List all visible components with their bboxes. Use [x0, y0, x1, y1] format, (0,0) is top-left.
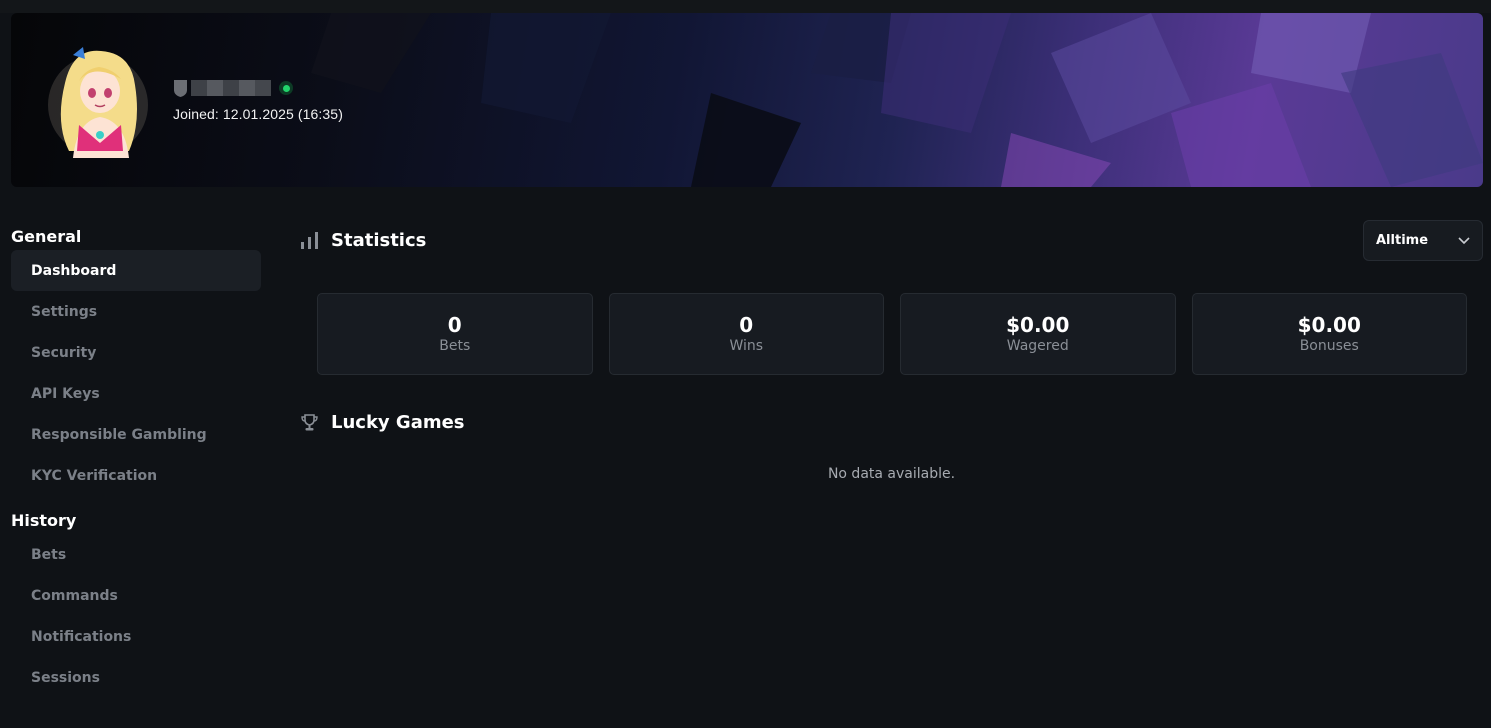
sidebar-heading-general: General [11, 226, 82, 246]
stats-cards: 0 Bets 0 Wins $0.00 Wagered $0.00 Bonuse… [317, 293, 1467, 375]
statistics-header: Statistics [300, 220, 1483, 260]
stat-value: 0 [447, 313, 462, 337]
stat-label: Wagered [1006, 338, 1069, 354]
stat-value: 0 [739, 313, 754, 337]
username-redacted [191, 80, 271, 96]
bar-chart-icon [301, 231, 318, 249]
sidebar-item-kyc-verification[interactable]: KYC Verification [11, 455, 261, 496]
sidebar-item-commands[interactable]: Commands [11, 575, 261, 616]
trophy-icon [301, 413, 318, 430]
stat-card-bonuses: $0.00 Bonuses [1191, 293, 1467, 375]
sidebar-item-notifications[interactable]: Notifications [11, 616, 261, 657]
dashboard-main: Statistics Alltime 0 Bets 0 Wins $0.00 W… [300, 220, 1483, 482]
top-strip [0, 0, 1491, 13]
period-select[interactable]: Alltime [1363, 220, 1483, 261]
sidebar-item-bets[interactable]: Bets [11, 534, 261, 575]
sidebar-item-dashboard[interactable]: Dashboard [11, 250, 261, 291]
rank-shield-icon [174, 79, 187, 97]
joined-date: Joined: 12.01.2025 (16:35) [173, 106, 343, 122]
stat-label: Bonuses [1299, 338, 1359, 354]
statistics-title: Statistics [331, 229, 427, 251]
sidebar-item-responsible-gambling[interactable]: Responsible Gambling [11, 414, 261, 455]
stat-label: Bets [439, 338, 471, 354]
lucky-games-empty-state: No data available. [827, 466, 956, 482]
stat-value: $0.00 [1297, 313, 1361, 337]
sidebar-item-api-keys[interactable]: API Keys [11, 373, 261, 414]
sidebar-item-security[interactable]: Security [11, 332, 261, 373]
stat-card-wins: 0 Wins [608, 293, 884, 375]
profile-banner: Joined: 12.01.2025 (16:35) [11, 13, 1483, 187]
profile-meta: Joined: 12.01.2025 (16:35) [173, 77, 343, 122]
stat-card-wagered: $0.00 Wagered [900, 293, 1176, 375]
stat-label: Wins [729, 338, 764, 354]
sidebar-heading-history: History [11, 510, 77, 530]
chevron-down-icon [1458, 236, 1470, 244]
sidebar-item-sessions[interactable]: Sessions [11, 657, 261, 698]
account-sidebar: General Dashboard Settings Security API … [11, 222, 261, 698]
avatar[interactable] [43, 43, 153, 158]
stat-value: $0.00 [1006, 313, 1070, 337]
period-select-value: Alltime [1376, 233, 1429, 248]
online-status-icon [279, 81, 293, 95]
stat-card-bets: 0 Bets [317, 293, 593, 375]
sidebar-item-settings[interactable]: Settings [11, 291, 261, 332]
lucky-games-header: Lucky Games [300, 402, 465, 442]
lucky-games-title: Lucky Games [331, 411, 465, 433]
